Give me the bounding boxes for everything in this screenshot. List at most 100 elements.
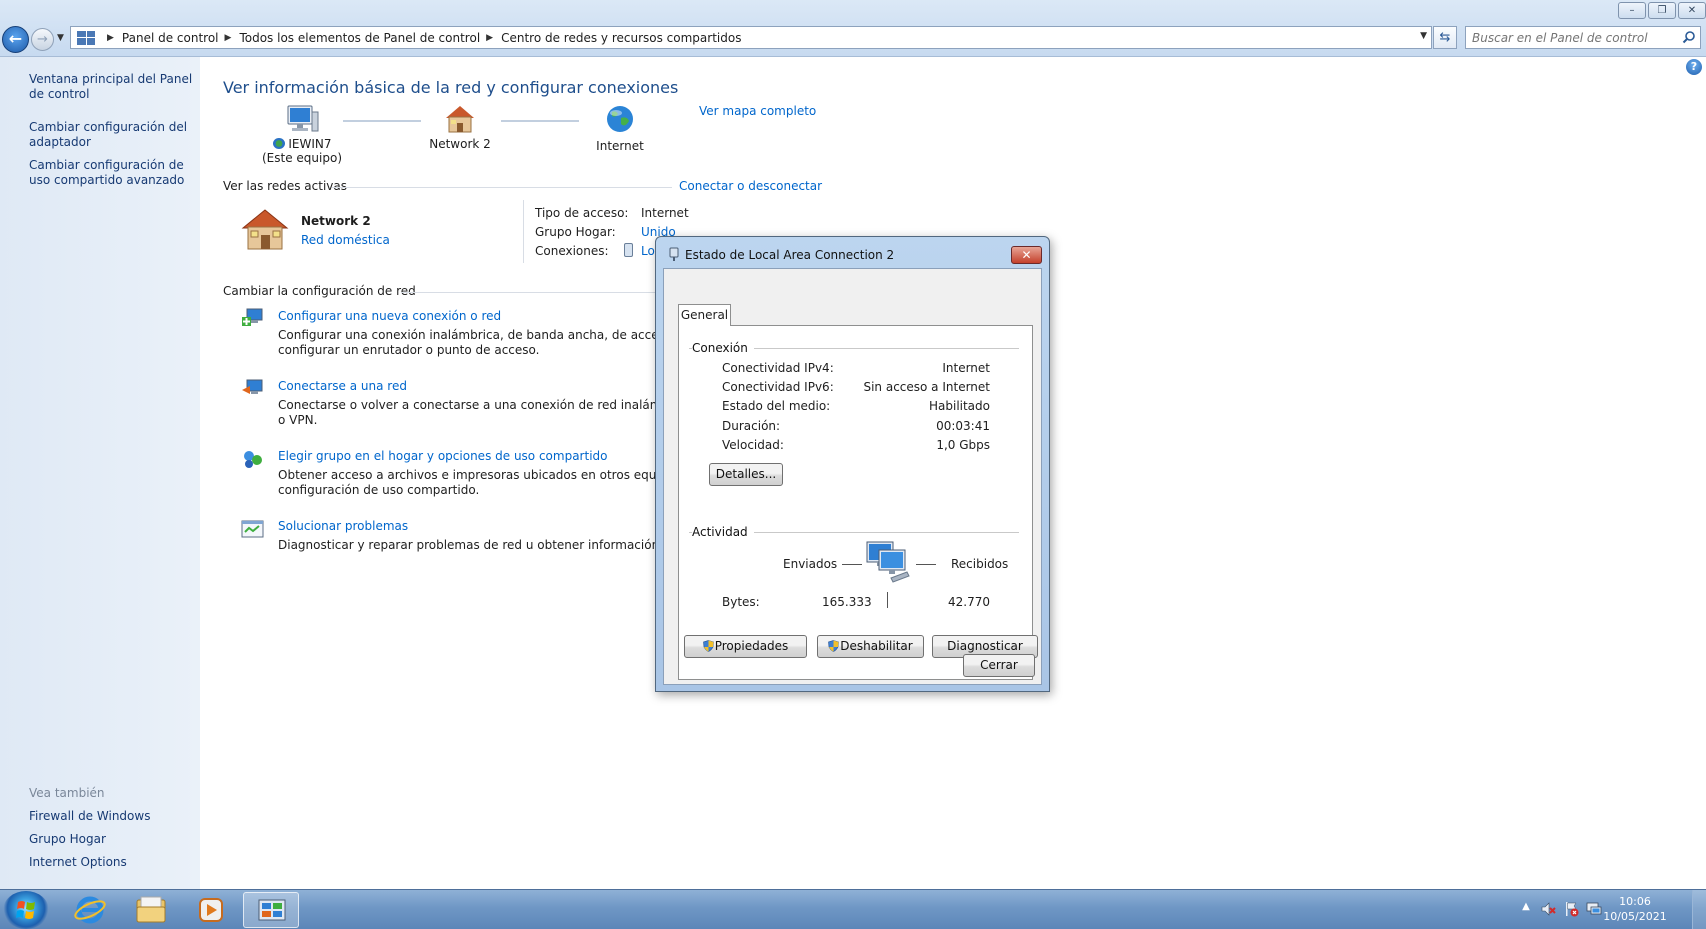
- taskbar-control-panel[interactable]: [243, 892, 299, 928]
- map-node-computer[interactable]: IEWIN7 (Este equipo): [262, 104, 342, 165]
- search-box[interactable]: [1465, 26, 1701, 49]
- task-troubleshoot-link[interactable]: Solucionar problemas: [278, 519, 408, 533]
- network-type-link[interactable]: Red doméstica: [301, 233, 390, 247]
- forward-button[interactable]: →: [31, 28, 54, 51]
- shield-icon: [828, 640, 840, 652]
- map-internet-label: Internet: [596, 139, 644, 153]
- dialog-title: Estado de Local Area Connection 2: [685, 248, 895, 262]
- windows-logo-icon: [16, 901, 35, 919]
- breadcrumb-separator[interactable]: ▶: [107, 33, 114, 43]
- back-button[interactable]: ←: [2, 26, 29, 53]
- ipv4-value: Internet: [942, 361, 990, 375]
- taskbar-internet-explorer[interactable]: [62, 892, 118, 928]
- back-arrow-icon: ←: [8, 29, 23, 48]
- duration-label: Duración:: [722, 419, 781, 433]
- received-label: Recibidos: [951, 557, 1009, 571]
- task-new-connection-desc-2: configurar un enrutador o punto de acces…: [278, 343, 540, 357]
- task-connect-network-link[interactable]: Conectarse a una red: [278, 379, 407, 393]
- active-network-name: Network 2: [301, 214, 371, 228]
- recent-pages-dropdown[interactable]: ▼: [57, 33, 64, 43]
- taskbar-media-player[interactable]: [183, 892, 239, 928]
- disable-button[interactable]: Deshabilitar: [817, 635, 924, 658]
- connection-link[interactable]: Lo: [641, 244, 655, 258]
- close-window-button[interactable]: ✕: [1678, 2, 1706, 19]
- start-button[interactable]: [3, 891, 49, 929]
- map-node-network[interactable]: Network 2: [420, 104, 500, 151]
- dialog-close-button[interactable]: ✕: [1011, 246, 1042, 264]
- tab-general[interactable]: General: [678, 304, 731, 326]
- map-node-internet[interactable]: Internet: [580, 104, 660, 153]
- globe-icon: [607, 106, 633, 132]
- forward-arrow-icon: →: [37, 32, 48, 47]
- sent-label: Enviados: [783, 557, 838, 571]
- see-also-heading: Vea también: [29, 786, 105, 800]
- sidebar-item-adapter-settings[interactable]: Cambiar configuración del adaptador: [29, 120, 197, 150]
- dialog-ok-close-button[interactable]: Cerrar: [963, 654, 1035, 677]
- breadcrumb-separator[interactable]: ▶: [225, 33, 232, 43]
- taskbar-explorer[interactable]: [123, 892, 179, 928]
- explorer-icon: [136, 896, 166, 923]
- breadcrumb-control-panel[interactable]: Panel de control: [122, 31, 219, 45]
- computer-subtitle: (Este equipo): [262, 151, 342, 165]
- home-network-large-icon: [241, 209, 289, 250]
- dialog-body: General Conexión Conectividad IPv4: Inte…: [663, 268, 1042, 685]
- sidebar-item-advanced-sharing[interactable]: Cambiar configuración de uso compartido …: [29, 158, 197, 188]
- breadcrumb-network-center[interactable]: Centro de redes y recursos compartidos: [501, 31, 741, 45]
- bytes-received-value: 42.770: [948, 595, 990, 609]
- network-activity-icon: [866, 541, 910, 583]
- volume-muted-icon[interactable]: [1540, 901, 1556, 917]
- search-input[interactable]: [1466, 27, 1671, 48]
- ethernet-icon: [624, 243, 633, 257]
- new-connection-icon: [242, 308, 263, 326]
- search-icon[interactable]: [1682, 30, 1696, 44]
- details-button[interactable]: Detalles...: [709, 463, 783, 486]
- show-hidden-icons-button[interactable]: ▲: [1518, 901, 1534, 917]
- activity-group-label: Actividad: [692, 525, 754, 539]
- full-map-link[interactable]: Ver mapa completo: [699, 104, 816, 118]
- address-bar[interactable]: ▶ Panel de control ▶ Todos los elementos…: [70, 26, 1432, 49]
- task-connect-network-desc: Conectarse o volver a conectarse a una c…: [278, 398, 658, 412]
- received-line: [916, 564, 936, 565]
- section-divider: [401, 292, 655, 293]
- restore-button[interactable]: ❐: [1648, 2, 1676, 19]
- breadcrumb-all-items[interactable]: Todos los elementos de Panel de control: [239, 31, 480, 45]
- sent-line: [842, 564, 862, 565]
- action-center-flag-icon[interactable]: [1563, 901, 1579, 917]
- page-title: Ver información básica de la red y confi…: [223, 78, 679, 97]
- taskbar-clock[interactable]: 10:06 10/05/2021: [1600, 894, 1670, 924]
- ipv4-label: Conectividad IPv4:: [722, 361, 834, 375]
- refresh-button[interactable]: ⇆: [1433, 26, 1457, 49]
- connect-disconnect-link[interactable]: Conectar o desconectar: [679, 179, 822, 193]
- ipv6-value: Sin acceso a Internet: [863, 380, 990, 394]
- task-troubleshoot-desc: Diagnosticar y reparar problemas de red …: [278, 538, 658, 552]
- home-network-icon: [446, 106, 474, 133]
- bytes-label: Bytes:: [722, 595, 760, 609]
- vertical-divider: [523, 200, 524, 263]
- task-new-connection-link[interactable]: Configurar una nueva conexión o red: [278, 309, 501, 323]
- map-link-line: [501, 120, 579, 122]
- sidebar-item-control-panel-home[interactable]: Ventana principal del Panel de control: [29, 72, 197, 102]
- see-also-internet-options[interactable]: Internet Options: [29, 855, 197, 870]
- taskbar: ▲ 10:06 10/05/2021: [0, 889, 1706, 929]
- task-homegroup-link[interactable]: Elegir grupo en el hogar y opciones de u…: [278, 449, 608, 463]
- media-state-label: Estado del medio:: [722, 399, 831, 413]
- media-state-value: Habilitado: [928, 399, 990, 413]
- connections-label: Conexiones:: [535, 244, 609, 258]
- speed-label: Velocidad:: [722, 438, 784, 452]
- show-desktop-button[interactable]: [1692, 890, 1706, 929]
- see-also-firewall[interactable]: Firewall de Windows: [29, 809, 197, 824]
- map-network-name: Network 2: [429, 137, 491, 151]
- duration-value: 00:03:41: [936, 419, 990, 433]
- see-also-homegroup[interactable]: Grupo Hogar: [29, 832, 197, 847]
- computer-icon: [287, 105, 319, 132]
- properties-button[interactable]: Propiedades: [684, 635, 807, 658]
- title-address-bar: – ❐ ✕ ← → ▼ ▶ Panel de control ▶ Todos l…: [0, 0, 1706, 57]
- help-icon[interactable]: ?: [1686, 59, 1702, 75]
- minimize-button[interactable]: –: [1618, 2, 1646, 19]
- breadcrumb-separator[interactable]: ▶: [486, 33, 493, 43]
- control-panel-icon: [258, 899, 286, 921]
- address-dropdown-icon[interactable]: ▼: [1420, 31, 1427, 41]
- connect-network-icon: [242, 379, 263, 394]
- task-homegroup-desc: Obtener acceso a archivos e impresoras u…: [278, 468, 658, 482]
- close-icon: ✕: [1021, 248, 1032, 262]
